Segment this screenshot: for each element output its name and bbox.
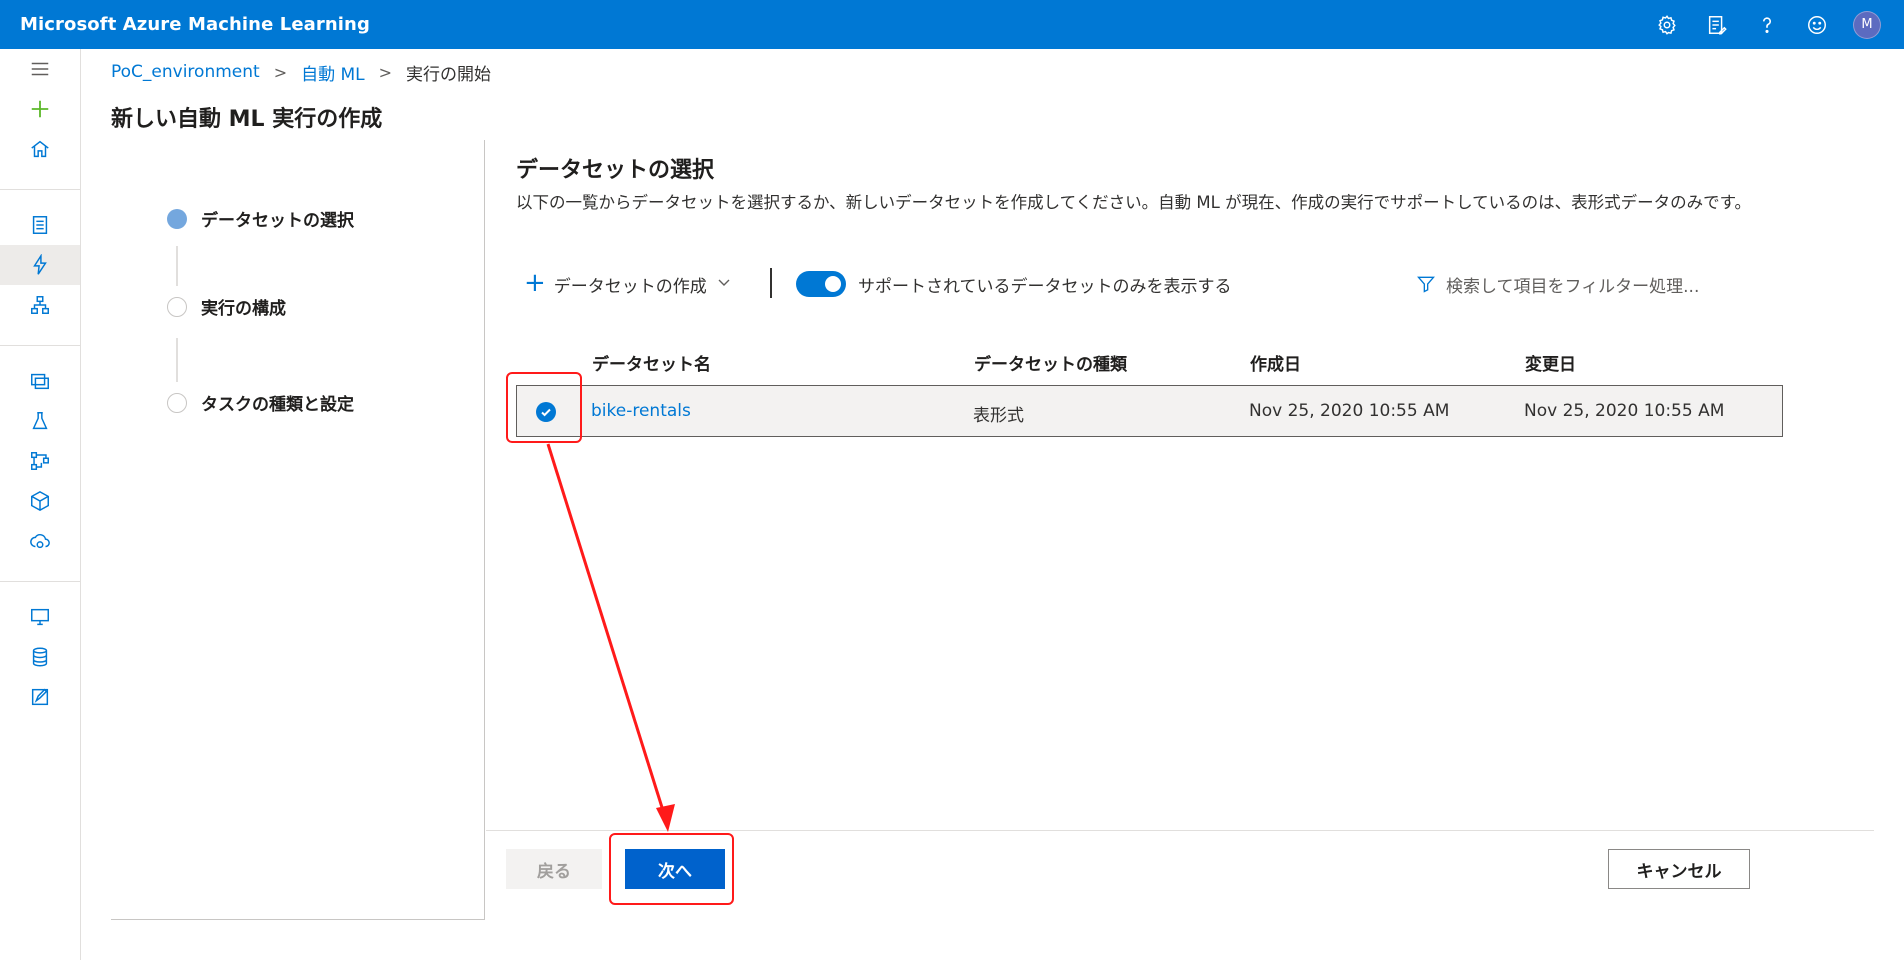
account-button[interactable]: M [1842,0,1892,49]
endpoints-icon[interactable] [0,521,80,561]
table-header: データセット名 データセットの種類 作成日 変更日 [516,340,1786,382]
create-dataset-button[interactable]: + データセットの作成 [516,264,731,304]
step-indicator-active [167,208,187,229]
step-connector [176,338,178,382]
smiley-icon[interactable] [1792,0,1842,49]
nav-divider [0,581,80,582]
breadcrumb-current: 実行の開始 [406,64,492,85]
dataset-type: 表形式 [973,406,1024,426]
plus-icon[interactable] [0,89,80,129]
column-header-created[interactable]: 作成日 [1250,350,1301,375]
supported-only-toggle[interactable] [796,271,846,297]
dataset-selection-panel: データセットの選択 以下の一覧からデータセットを選択するか、新しいデータセットを… [486,140,1886,830]
column-header-name[interactable]: データセット名 [592,350,711,375]
step-indicator [167,392,187,413]
modified-date: Nov 25, 2020 10:55 AM [1524,401,1725,421]
created-date: Nov 25, 2020 10:55 AM [1249,401,1450,421]
data-labeling-icon[interactable] [0,677,80,717]
hamburger-icon[interactable] [0,49,80,89]
chevron-right-icon: > [273,62,288,82]
nav-divider [0,189,80,190]
home-icon[interactable] [0,129,80,169]
toolbar: + データセットの作成 サポートされているデータセットのみを表示する 検索して項… [516,264,1816,304]
filter-search-box[interactable]: 検索して項目をフィルター処理... [1416,264,1699,304]
models-icon[interactable] [0,481,80,521]
supported-only-toggle-group: サポートされているデータセットのみを表示する [796,264,1232,304]
dataset-table: データセット名 データセットの種類 作成日 変更日 [516,340,1786,382]
cancel-button[interactable]: キャンセル [1608,849,1750,889]
chevron-down-icon [717,275,731,293]
filter-placeholder: 検索して項目をフィルター処理... [1446,276,1700,297]
top-bar: Microsoft Azure Machine Learning M [0,0,1904,49]
toolbar-divider [770,268,772,298]
breadcrumb: PoC_environment > 自動 ML > 実行の開始 [111,58,491,86]
step-connector [176,246,178,286]
plus-icon: + [524,268,546,298]
annotation-highlight-checkbox [506,372,582,443]
scrollbar[interactable] [1894,49,1904,960]
pipelines-icon[interactable] [0,441,80,481]
create-dataset-label: データセットの作成 [553,276,707,297]
breadcrumb-automl[interactable]: 自動 ML [301,60,365,85]
back-button[interactable]: 戻る [506,849,602,889]
wizard-steps: データセットの選択 実行の構成 タスクの種類と設定 [111,140,485,920]
help-icon[interactable] [1742,0,1792,49]
section-title: データセットの選択 [516,158,715,183]
avatar[interactable]: M [1853,10,1881,39]
compute-icon[interactable] [0,597,80,637]
filter-icon [1417,276,1435,293]
step-indicator [167,296,187,317]
section-description: 以下の一覧からデータセットを選択するか、新しいデータセットを作成してください。自… [516,193,1751,212]
step-label: タスクの種類と設定 [201,395,354,415]
nav-divider [0,345,80,346]
column-header-modified[interactable]: 変更日 [1525,350,1576,375]
step-label: 実行の構成 [201,299,286,319]
designer-icon[interactable] [0,285,80,325]
step-select-dataset[interactable]: データセットの選択 [167,206,354,231]
settings-icon[interactable] [1642,0,1692,49]
step-task-settings[interactable]: タスクの種類と設定 [167,390,354,415]
datasets-icon[interactable] [0,361,80,401]
top-icons: M [1642,0,1892,49]
automl-icon[interactable] [0,245,80,285]
step-configure-run[interactable]: 実行の構成 [167,294,286,319]
page-title: 新しい自動 ML 実行の作成 [111,107,383,132]
left-nav [0,49,81,960]
toggle-knob [825,276,841,292]
dataset-name-link[interactable]: bike-rentals [591,401,691,421]
footer-divider [486,830,1874,831]
table-row[interactable]: bike-rentals 表形式 Nov 25, 2020 10:55 AM N… [516,385,1783,437]
column-header-type[interactable]: データセットの種類 [974,350,1127,375]
toggle-label: サポートされているデータセットのみを表示する [858,276,1232,297]
annotation-highlight-next [609,833,734,905]
notebook-icon[interactable] [0,205,80,245]
breadcrumb-workspace[interactable]: PoC_environment [111,62,260,82]
experiments-icon[interactable] [0,401,80,441]
step-label: データセットの選択 [201,211,354,231]
datastores-icon[interactable] [0,637,80,677]
feedback-icon[interactable] [1692,0,1742,49]
chevron-right-icon: > [378,62,393,82]
app-title[interactable]: Microsoft Azure Machine Learning [20,14,370,35]
